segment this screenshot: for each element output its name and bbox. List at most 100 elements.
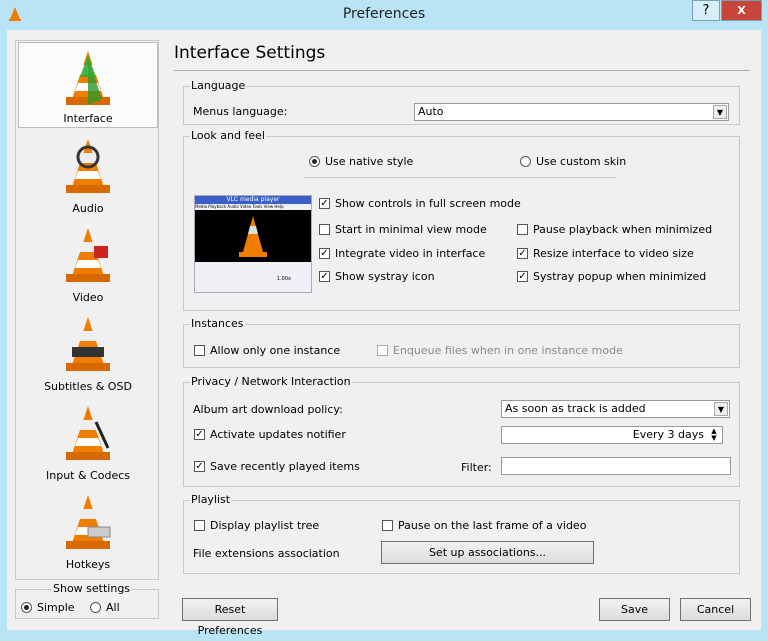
enqueue-checkbox[interactable]: Enqueue files when in one instance mode bbox=[377, 344, 623, 357]
sidebar-item-subtitles-osd[interactable]: Subtitles & OSD bbox=[18, 309, 158, 395]
input-cone-icon bbox=[66, 406, 110, 460]
one-instance-checkbox[interactable]: Allow only one instance bbox=[194, 344, 340, 357]
checkbox-box: ✓ bbox=[319, 271, 330, 282]
radio-indicator bbox=[520, 156, 531, 167]
checkbox-label: Start in minimal view mode bbox=[335, 223, 487, 236]
all-radio[interactable]: All bbox=[90, 601, 120, 614]
privacy-group: Privacy / Network Interaction Album art … bbox=[183, 375, 740, 487]
updates-interval-spinbox[interactable]: Every 3 days ▲ ▼ bbox=[501, 426, 723, 444]
sidebar-item-input-codecs[interactable]: Input & Codecs bbox=[18, 398, 158, 484]
save-button[interactable]: Save bbox=[599, 598, 670, 621]
look-option-checkbox[interactable]: ✓ Show controls in full screen mode bbox=[319, 197, 521, 210]
checkbox-box: ✓ bbox=[194, 461, 205, 472]
sidebar-item-interface[interactable]: Interface bbox=[18, 42, 158, 128]
checkbox-box: ✓ bbox=[517, 248, 528, 259]
checkbox-label: Activate updates notifier bbox=[210, 428, 346, 441]
title-bar: Preferences ? X bbox=[0, 0, 768, 30]
sidebar-item-label: Interface bbox=[63, 112, 113, 125]
chevron-down-icon: ▼ bbox=[713, 105, 727, 119]
sidebar-item-video[interactable]: Video bbox=[18, 220, 158, 306]
file-assoc-label: File extensions association bbox=[193, 547, 340, 560]
filter-input[interactable] bbox=[501, 457, 731, 475]
audio-cone-icon bbox=[66, 139, 110, 193]
menus-language-label: Menus language: bbox=[193, 105, 288, 118]
subtitles-cone-icon bbox=[66, 317, 110, 371]
checkbox-label: Pause on the last frame of a video bbox=[398, 519, 587, 532]
dropdown-value: Auto bbox=[418, 105, 444, 118]
checkbox-label: Allow only one instance bbox=[210, 344, 341, 357]
sidebar-item-audio[interactable]: Audio bbox=[18, 131, 158, 217]
look-option-checkbox[interactable]: ✓ Integrate video in interface bbox=[319, 247, 485, 260]
language-group-label: Language bbox=[190, 79, 247, 92]
close-button[interactable]: X bbox=[721, 0, 762, 21]
playlist-group-label: Playlist bbox=[190, 493, 232, 506]
native-style-radio[interactable]: Use native style bbox=[309, 155, 413, 168]
checkbox-box: ✓ bbox=[517, 271, 528, 282]
sidebar-item-label: Subtitles & OSD bbox=[44, 380, 132, 393]
sidebar-item-label: Audio bbox=[72, 202, 104, 215]
window-title: Preferences bbox=[342, 6, 426, 22]
look-option-checkbox[interactable]: ✓ Resize interface to video size bbox=[517, 247, 694, 260]
all-label: All bbox=[106, 601, 120, 614]
sidebar-item-label: Input & Codecs bbox=[46, 469, 130, 482]
custom-skin-label: Use custom skin bbox=[536, 155, 627, 168]
menus-language-dropdown[interactable]: Auto ▼ bbox=[414, 103, 729, 121]
dropdown-value: As soon as track is added bbox=[505, 402, 646, 415]
checkbox-label: Integrate video in interface bbox=[335, 247, 486, 260]
filter-label: Filter: bbox=[461, 461, 492, 474]
chevron-down-icon: ▼ bbox=[714, 402, 728, 416]
sidebar-item-hotkeys[interactable]: Hotkeys bbox=[18, 487, 158, 573]
divider bbox=[304, 177, 616, 178]
cone-icon bbox=[239, 216, 267, 257]
playlist-group: Playlist Display playlist tree Pause on … bbox=[183, 493, 740, 574]
title-divider bbox=[174, 70, 750, 71]
preview-video bbox=[195, 210, 311, 262]
checkbox-label: Show controls in full screen mode bbox=[335, 197, 521, 210]
updates-checkbox[interactable]: ✓ Activate updates notifier bbox=[194, 428, 346, 441]
look-option-checkbox[interactable]: Pause playback when minimized bbox=[517, 223, 712, 236]
recent-items-checkbox[interactable]: ✓ Save recently played items bbox=[194, 460, 360, 473]
reset-preferences-button[interactable]: Reset Preferences bbox=[182, 598, 278, 637]
cancel-button[interactable]: Cancel bbox=[680, 598, 751, 621]
hotkeys-cone-icon bbox=[66, 495, 111, 549]
checkbox-box: ✓ bbox=[319, 248, 330, 259]
album-art-dropdown[interactable]: As soon as track is added ▼ bbox=[501, 400, 730, 418]
video-cone-icon bbox=[66, 228, 110, 282]
show-settings-group: Show settings Simple All bbox=[15, 582, 159, 619]
simple-radio[interactable]: Simple bbox=[21, 601, 75, 614]
checkbox-box bbox=[382, 520, 393, 531]
show-settings-label: Show settings bbox=[52, 582, 132, 595]
preview-title: VLC media player bbox=[195, 196, 311, 204]
look-option-checkbox[interactable]: ✓ Show systray icon bbox=[319, 270, 435, 283]
checkbox-box: ✓ bbox=[319, 198, 330, 209]
spin-arrows-icon[interactable]: ▲ ▼ bbox=[707, 428, 721, 442]
checkbox-box: ✓ bbox=[194, 429, 205, 440]
category-sidebar: Interface Audio Video Subtitles & OSD Input … bbox=[15, 40, 159, 580]
interface-cone-icon bbox=[66, 51, 110, 105]
checkbox-label: Display playlist tree bbox=[210, 519, 320, 532]
checkbox-label: Enqueue files when in one instance mode bbox=[393, 344, 623, 357]
look-option-checkbox[interactable]: ✓ Systray popup when minimized bbox=[517, 270, 706, 283]
checkbox-label: Systray popup when minimized bbox=[533, 270, 707, 283]
look-group-label: Look and feel bbox=[190, 129, 266, 142]
checkbox-box bbox=[319, 224, 330, 235]
album-art-label: Album art download policy: bbox=[193, 403, 343, 416]
radio-indicator bbox=[90, 602, 101, 613]
checkbox-label: Save recently played items bbox=[210, 460, 360, 473]
instances-group: Instances Allow only one instance Enqueu… bbox=[183, 317, 740, 368]
look-option-checkbox[interactable]: Start in minimal view mode bbox=[319, 223, 487, 236]
pause-last-frame-checkbox[interactable]: Pause on the last frame of a video bbox=[382, 519, 586, 532]
checkbox-label: Resize interface to video size bbox=[533, 247, 694, 260]
custom-skin-radio[interactable]: Use custom skin bbox=[520, 155, 626, 168]
instances-group-label: Instances bbox=[190, 317, 245, 330]
playlist-tree-checkbox[interactable]: Display playlist tree bbox=[194, 519, 319, 532]
checkbox-box bbox=[377, 345, 388, 356]
simple-label: Simple bbox=[37, 601, 75, 614]
look-and-feel-group: Look and feel Use native style Use custo… bbox=[183, 129, 740, 311]
help-button[interactable]: ? bbox=[692, 0, 720, 21]
checkbox-box bbox=[194, 520, 205, 531]
skin-preview: VLC media player Media Playback Audio Vi… bbox=[194, 195, 312, 293]
radio-indicator bbox=[309, 156, 320, 167]
setup-associations-button[interactable]: Set up associations... bbox=[381, 541, 594, 564]
checkbox-box bbox=[517, 224, 528, 235]
